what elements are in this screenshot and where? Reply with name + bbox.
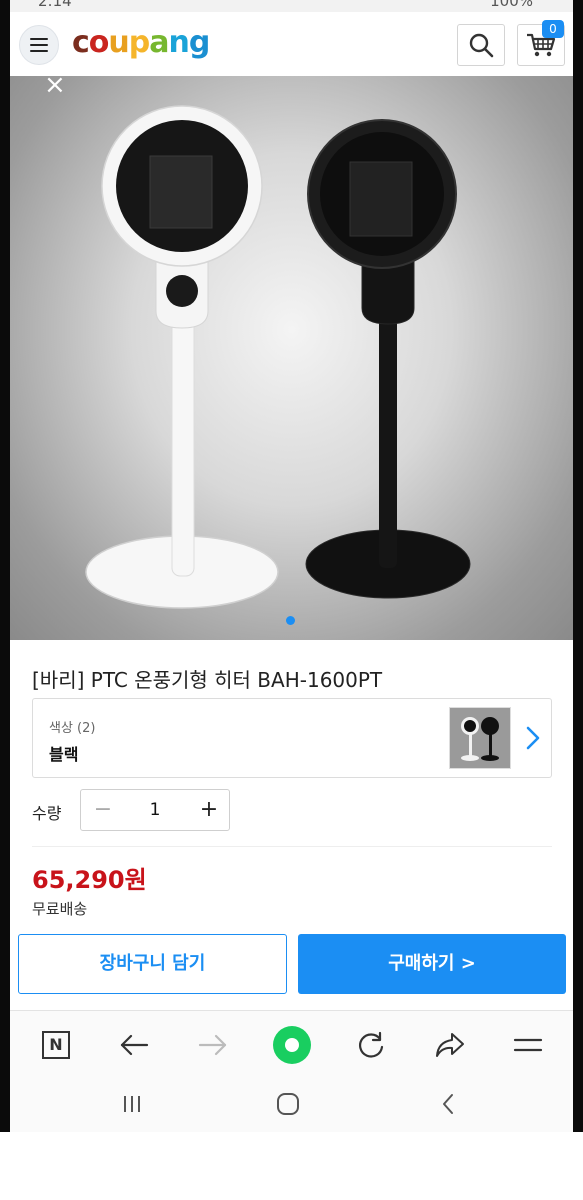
logo-letter: p bbox=[128, 25, 151, 60]
refresh-icon bbox=[359, 1031, 384, 1058]
logo-letter: u bbox=[108, 25, 129, 60]
naver-home-button[interactable]: N bbox=[36, 1025, 76, 1065]
forward-button[interactable] bbox=[193, 1025, 233, 1065]
share-icon bbox=[436, 1033, 464, 1057]
logo-letter: a bbox=[149, 25, 169, 60]
device-frame-right bbox=[573, 0, 583, 1132]
back-button[interactable] bbox=[114, 1025, 154, 1065]
search-icon bbox=[469, 33, 494, 58]
refresh-button[interactable] bbox=[351, 1025, 391, 1065]
color-option-selector[interactable]: 색상 (2) 블랙 bbox=[32, 698, 552, 778]
logo-letter: n bbox=[168, 25, 190, 60]
add-to-cart-button[interactable]: 장바구니 담기 bbox=[18, 934, 287, 994]
home-icon bbox=[277, 1093, 299, 1115]
status-time: 2:14 bbox=[38, 0, 72, 10]
chevron-left-icon bbox=[443, 1094, 453, 1114]
arrow-left-icon bbox=[120, 1034, 149, 1056]
recent-apps-button[interactable] bbox=[112, 1088, 152, 1120]
product-title: [바리] PTC 온풍기형 히터 BAH-1600PT bbox=[32, 668, 383, 692]
home-button[interactable] bbox=[268, 1088, 308, 1120]
product-image-gallery[interactable]: × bbox=[10, 76, 573, 640]
buy-now-button[interactable]: 구매하기 > bbox=[298, 934, 566, 994]
quantity-stepper: − 1 + bbox=[80, 789, 230, 831]
system-navigation-bar bbox=[10, 1076, 573, 1132]
logo-letter: o bbox=[88, 25, 110, 60]
logo-letter: c bbox=[72, 25, 90, 60]
shipping-info: 무료배송 bbox=[32, 900, 88, 918]
quantity-decrease-button[interactable]: − bbox=[87, 794, 119, 826]
status-battery: 100% bbox=[490, 0, 533, 10]
product-price: 65,290원 bbox=[32, 866, 147, 894]
browser-toolbar: N bbox=[10, 1010, 573, 1077]
browser-menu-button[interactable] bbox=[508, 1025, 548, 1065]
cart-count-badge: 0 bbox=[542, 20, 564, 38]
option-thumbnail bbox=[449, 707, 511, 769]
coupang-logo[interactable]: coupang bbox=[72, 25, 211, 60]
screenshot-ghost-area bbox=[0, 1132, 583, 1200]
status-bar: 2:14 100% bbox=[10, 0, 573, 12]
arrow-right-icon bbox=[198, 1034, 227, 1056]
quantity-label: 수량 bbox=[32, 804, 62, 823]
chevron-right-icon bbox=[526, 726, 540, 750]
divider bbox=[32, 846, 552, 847]
naver-green-button[interactable] bbox=[272, 1025, 312, 1065]
site-header: coupang 0 bbox=[10, 12, 573, 76]
hamburger-icon bbox=[30, 38, 48, 53]
recent-apps-icon bbox=[124, 1096, 140, 1112]
share-button[interactable] bbox=[430, 1025, 470, 1065]
green-dot-icon bbox=[273, 1026, 311, 1064]
device-frame-left bbox=[0, 0, 10, 1132]
search-button[interactable] bbox=[457, 24, 505, 66]
option-label: 색상 (2) bbox=[49, 721, 96, 736]
quantity-increase-button[interactable]: + bbox=[193, 794, 225, 826]
quantity-value[interactable]: 1 bbox=[121, 794, 189, 826]
naver-n-icon: N bbox=[42, 1031, 70, 1059]
product-image bbox=[85, 105, 471, 609]
option-value: 블랙 bbox=[49, 745, 79, 764]
system-back-button[interactable] bbox=[428, 1088, 468, 1120]
carousel-indicator[interactable] bbox=[286, 616, 295, 625]
logo-letter: g bbox=[188, 25, 211, 60]
menu-button[interactable] bbox=[19, 25, 59, 65]
menu-lines-icon bbox=[513, 1038, 543, 1052]
